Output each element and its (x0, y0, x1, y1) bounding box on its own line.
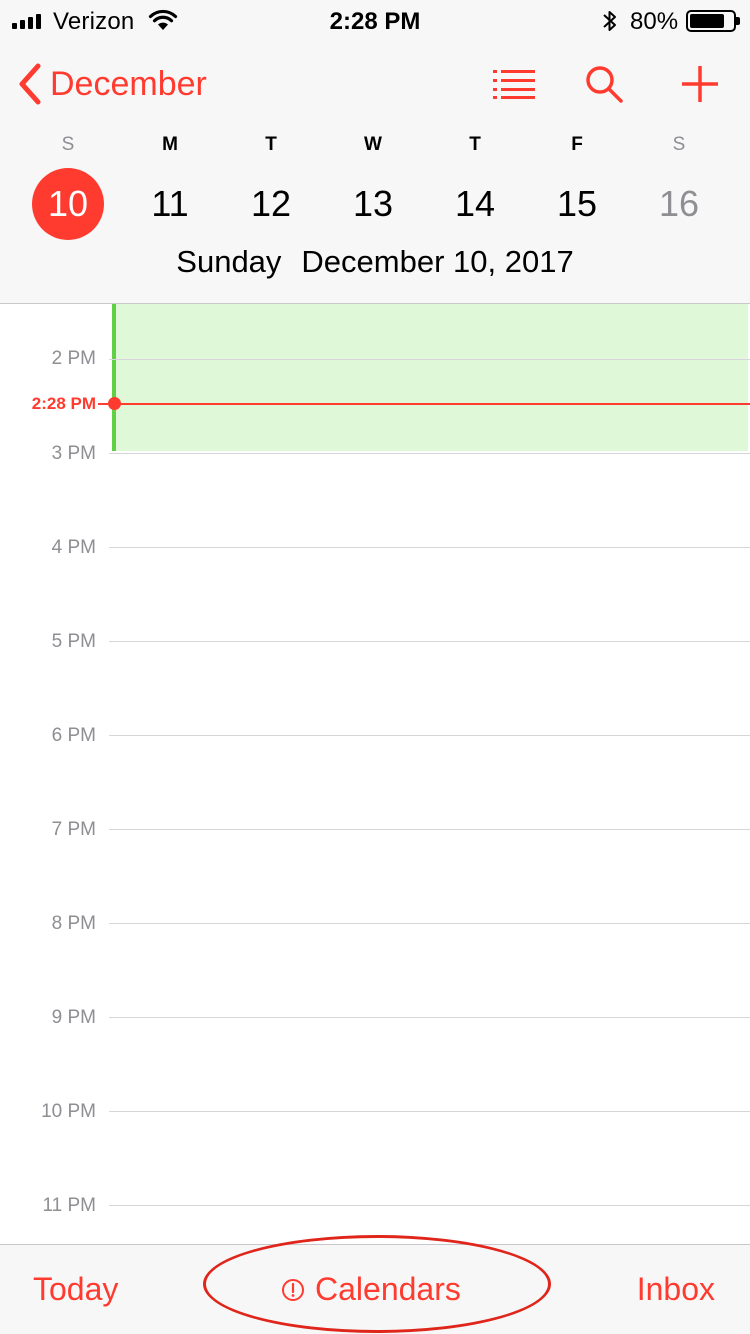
weekday-letter: S (61, 134, 75, 155)
hour-label: 8 PM (51, 913, 96, 934)
day-timeline[interactable]: 2 PM 3 PM 4 PM 5 PM 6 PM 7 PM 8 PM 9 PM … (0, 304, 750, 1244)
hour-label: 2 PM (51, 348, 96, 369)
date-cell[interactable]: 11 (134, 168, 206, 240)
date-cell[interactable]: 16 (643, 168, 715, 240)
list-view-button[interactable] (490, 62, 538, 106)
bottom-toolbar: Today Calendars Inbox (0, 1244, 750, 1334)
hour-gridline (109, 829, 750, 830)
calendars-label: Calendars (315, 1271, 461, 1307)
weekday-letter: T (469, 134, 481, 155)
wifi-icon (148, 9, 178, 36)
today-button[interactable]: Today (33, 1271, 118, 1308)
hour-label: 10 PM (41, 1101, 96, 1122)
date-cell-selected[interactable]: 10 (32, 168, 104, 240)
selected-date-title: Sunday December 10, 2017 (0, 244, 750, 280)
search-button[interactable] (580, 62, 628, 106)
hour-gridline (109, 1017, 750, 1018)
alert-circle-icon (282, 1278, 304, 1301)
calendar-event-block[interactable] (112, 304, 748, 451)
date-cell[interactable]: 15 (541, 168, 613, 240)
battery-percent: 80% (630, 8, 679, 35)
current-time-tick (98, 403, 108, 405)
hour-label: 4 PM (51, 537, 96, 558)
weekday-letter: M (162, 134, 178, 155)
navigation-bar: December (0, 56, 750, 112)
weekday-letter: T (265, 134, 277, 155)
back-to-month-button[interactable]: December (16, 62, 207, 106)
weekday-letter: F (571, 134, 583, 155)
date-cell[interactable]: 12 (235, 168, 307, 240)
hour-gridline (109, 1111, 750, 1112)
current-time-line (114, 403, 750, 405)
weekday-letter: S (672, 134, 686, 155)
add-event-button[interactable] (676, 62, 724, 106)
weekday-letters: S M T W T F S (0, 134, 750, 158)
selected-full-date: December 10, 2017 (301, 244, 574, 279)
hour-label: 7 PM (51, 819, 96, 840)
inbox-button[interactable]: Inbox (637, 1271, 715, 1308)
back-label: December (50, 64, 207, 103)
current-time-dot (108, 397, 121, 410)
bluetooth-icon (602, 9, 618, 38)
calendars-button[interactable]: Calendars (281, 1271, 461, 1308)
calendar-header: Verizon 2:28 PM 80% December S M T W T F… (0, 0, 750, 304)
hour-label: 6 PM (51, 725, 96, 746)
hour-gridline (109, 359, 750, 360)
selected-weekday: Sunday (176, 244, 282, 279)
hour-gridline (109, 735, 750, 736)
current-time-label: 2:28 PM (31, 394, 96, 413)
search-icon (586, 66, 623, 103)
hour-gridline (109, 641, 750, 642)
date-cell[interactable]: 13 (337, 168, 409, 240)
hour-gridline (109, 923, 750, 924)
hour-label: 5 PM (51, 631, 96, 652)
battery-level (690, 14, 724, 28)
battery-icon (686, 10, 740, 32)
status-bar: Verizon 2:28 PM 80% (0, 0, 750, 40)
week-date-strip: 10 11 12 13 14 15 16 (0, 168, 750, 240)
weekday-letter: W (364, 134, 382, 155)
cellular-signal-icon (12, 13, 41, 29)
list-icon (493, 70, 535, 99)
status-time: 2:28 PM (329, 8, 421, 35)
add-icon (682, 66, 718, 102)
hour-gridline (109, 547, 750, 548)
hour-label: 9 PM (51, 1007, 96, 1028)
chevron-left-icon (19, 63, 41, 105)
hour-label: 3 PM (51, 443, 96, 464)
hour-gridline (109, 453, 750, 454)
carrier-name: Verizon (53, 8, 135, 35)
hour-gridline (109, 1205, 750, 1206)
hour-label: 11 PM (42, 1195, 96, 1216)
date-cell[interactable]: 14 (439, 168, 511, 240)
